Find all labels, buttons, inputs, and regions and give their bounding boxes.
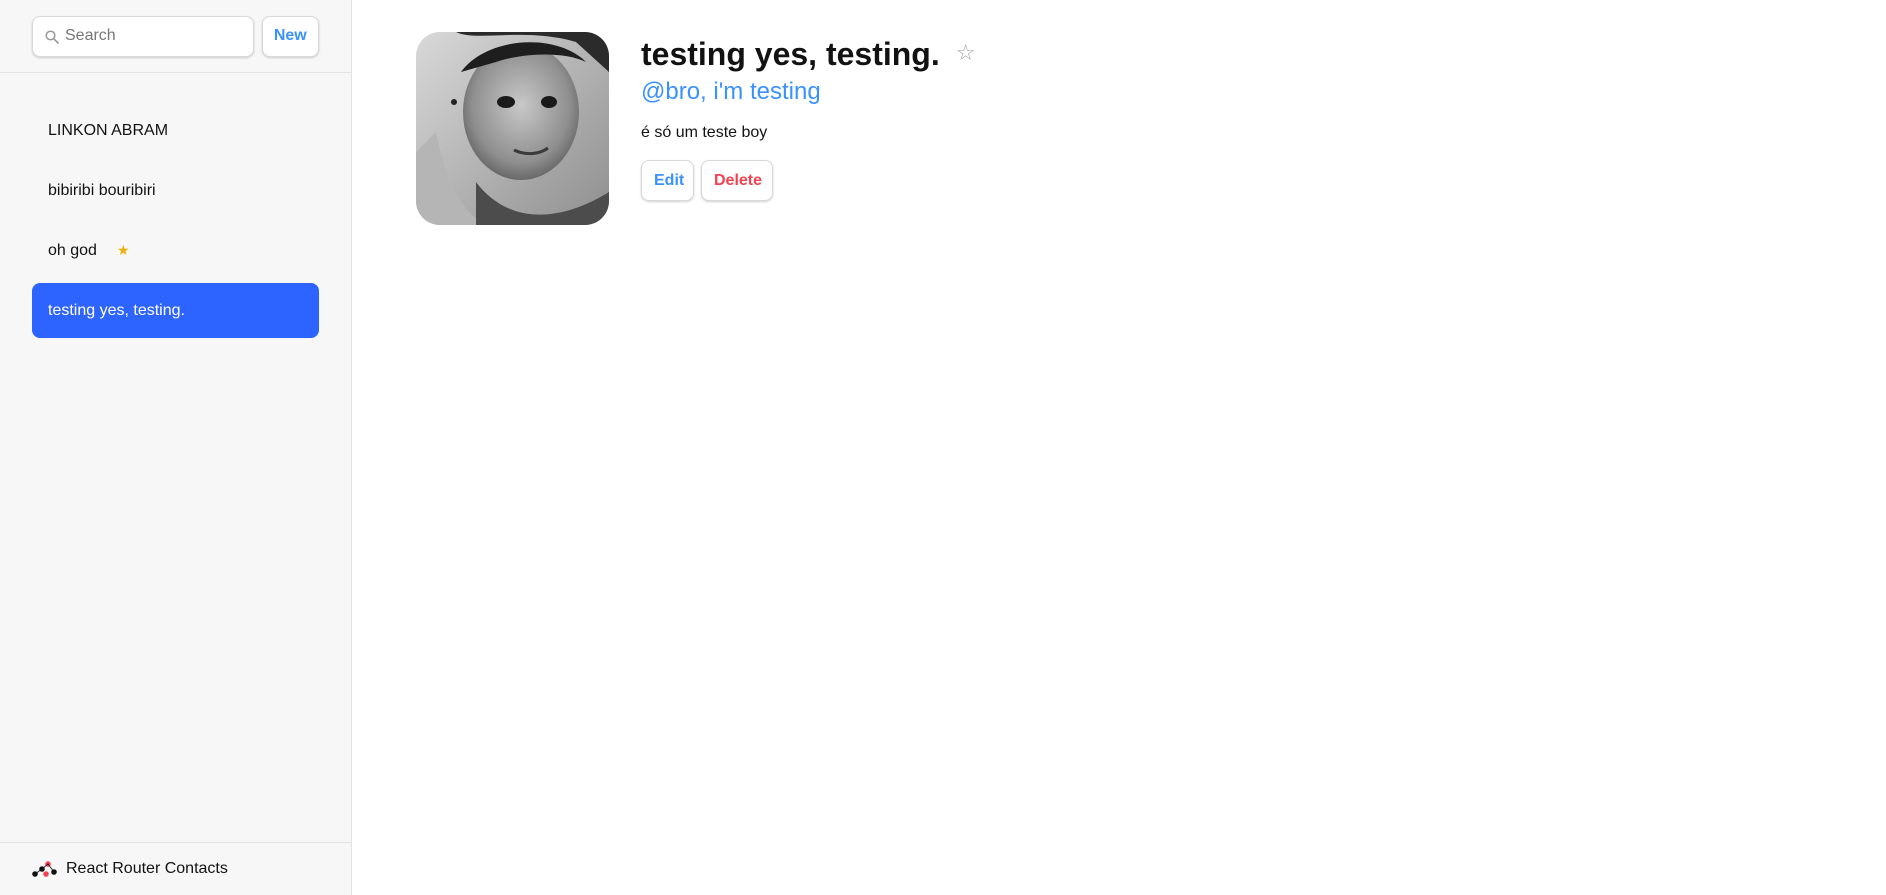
contacts-list: LINKON ABRAM bibiribi bouribiri oh god ★: [32, 103, 319, 338]
contact-card: testing yes, testing. ☆ @bro, i'm testin…: [416, 32, 1822, 225]
search-input[interactable]: [33, 16, 253, 56]
contact-list-item: bibiribi bouribiri: [32, 163, 319, 218]
contact-link-testing-yes-testing[interactable]: testing yes, testing.: [32, 283, 319, 338]
new-contact-button[interactable]: New: [261, 15, 319, 57]
react-router-logo-icon: [32, 861, 57, 877]
contact-name-heading: testing yes, testing. ☆: [641, 34, 975, 74]
favorite-toggle-star-icon[interactable]: ☆: [956, 43, 976, 65]
contact-link-bibiribi-bouribiri[interactable]: bibiribi bouribiri: [32, 163, 319, 218]
search-icon: [45, 29, 59, 44]
contact-name: oh god: [48, 241, 97, 259]
contact-list-item: testing yes, testing.: [32, 283, 319, 338]
sidebar: New LINKON ABRAM bibiribi bouribiri oh g…: [0, 0, 352, 895]
contact-list-item: LINKON ABRAM: [32, 103, 319, 158]
favorite-star-icon: ★: [116, 242, 130, 258]
contact-actions: Edit Delete: [641, 160, 975, 201]
contact-name: LINKON ABRAM: [48, 121, 169, 139]
contact-name: testing yes, testing.: [48, 301, 185, 319]
footer-title: React Router Contacts: [66, 860, 228, 877]
contact-list-item: oh god ★: [32, 223, 319, 278]
contact-name: testing yes, testing.: [641, 36, 940, 72]
edit-button[interactable]: Edit: [641, 160, 694, 201]
contact-avatar: [416, 32, 609, 225]
contact-notes: é só um teste boy: [641, 124, 768, 141]
sidebar-footer: React Router Contacts: [0, 842, 351, 895]
contact-name: bibiribi bouribiri: [48, 181, 156, 199]
delete-button[interactable]: Delete: [701, 160, 773, 201]
contacts-nav: LINKON ABRAM bibiribi bouribiri oh god ★: [0, 73, 351, 343]
search-box: [32, 15, 254, 57]
contact-link-oh-god[interactable]: oh god ★: [32, 223, 319, 278]
contact-detail: testing yes, testing. ☆ @bro, i'm testin…: [352, 0, 1886, 895]
contact-handle-link[interactable]: @bro, i'm testing: [641, 78, 975, 106]
contact-info: testing yes, testing. ☆ @bro, i'm testin…: [641, 32, 975, 225]
contact-link-linkon-abram[interactable]: LINKON ABRAM: [32, 103, 319, 158]
search-row: New: [0, 0, 351, 73]
